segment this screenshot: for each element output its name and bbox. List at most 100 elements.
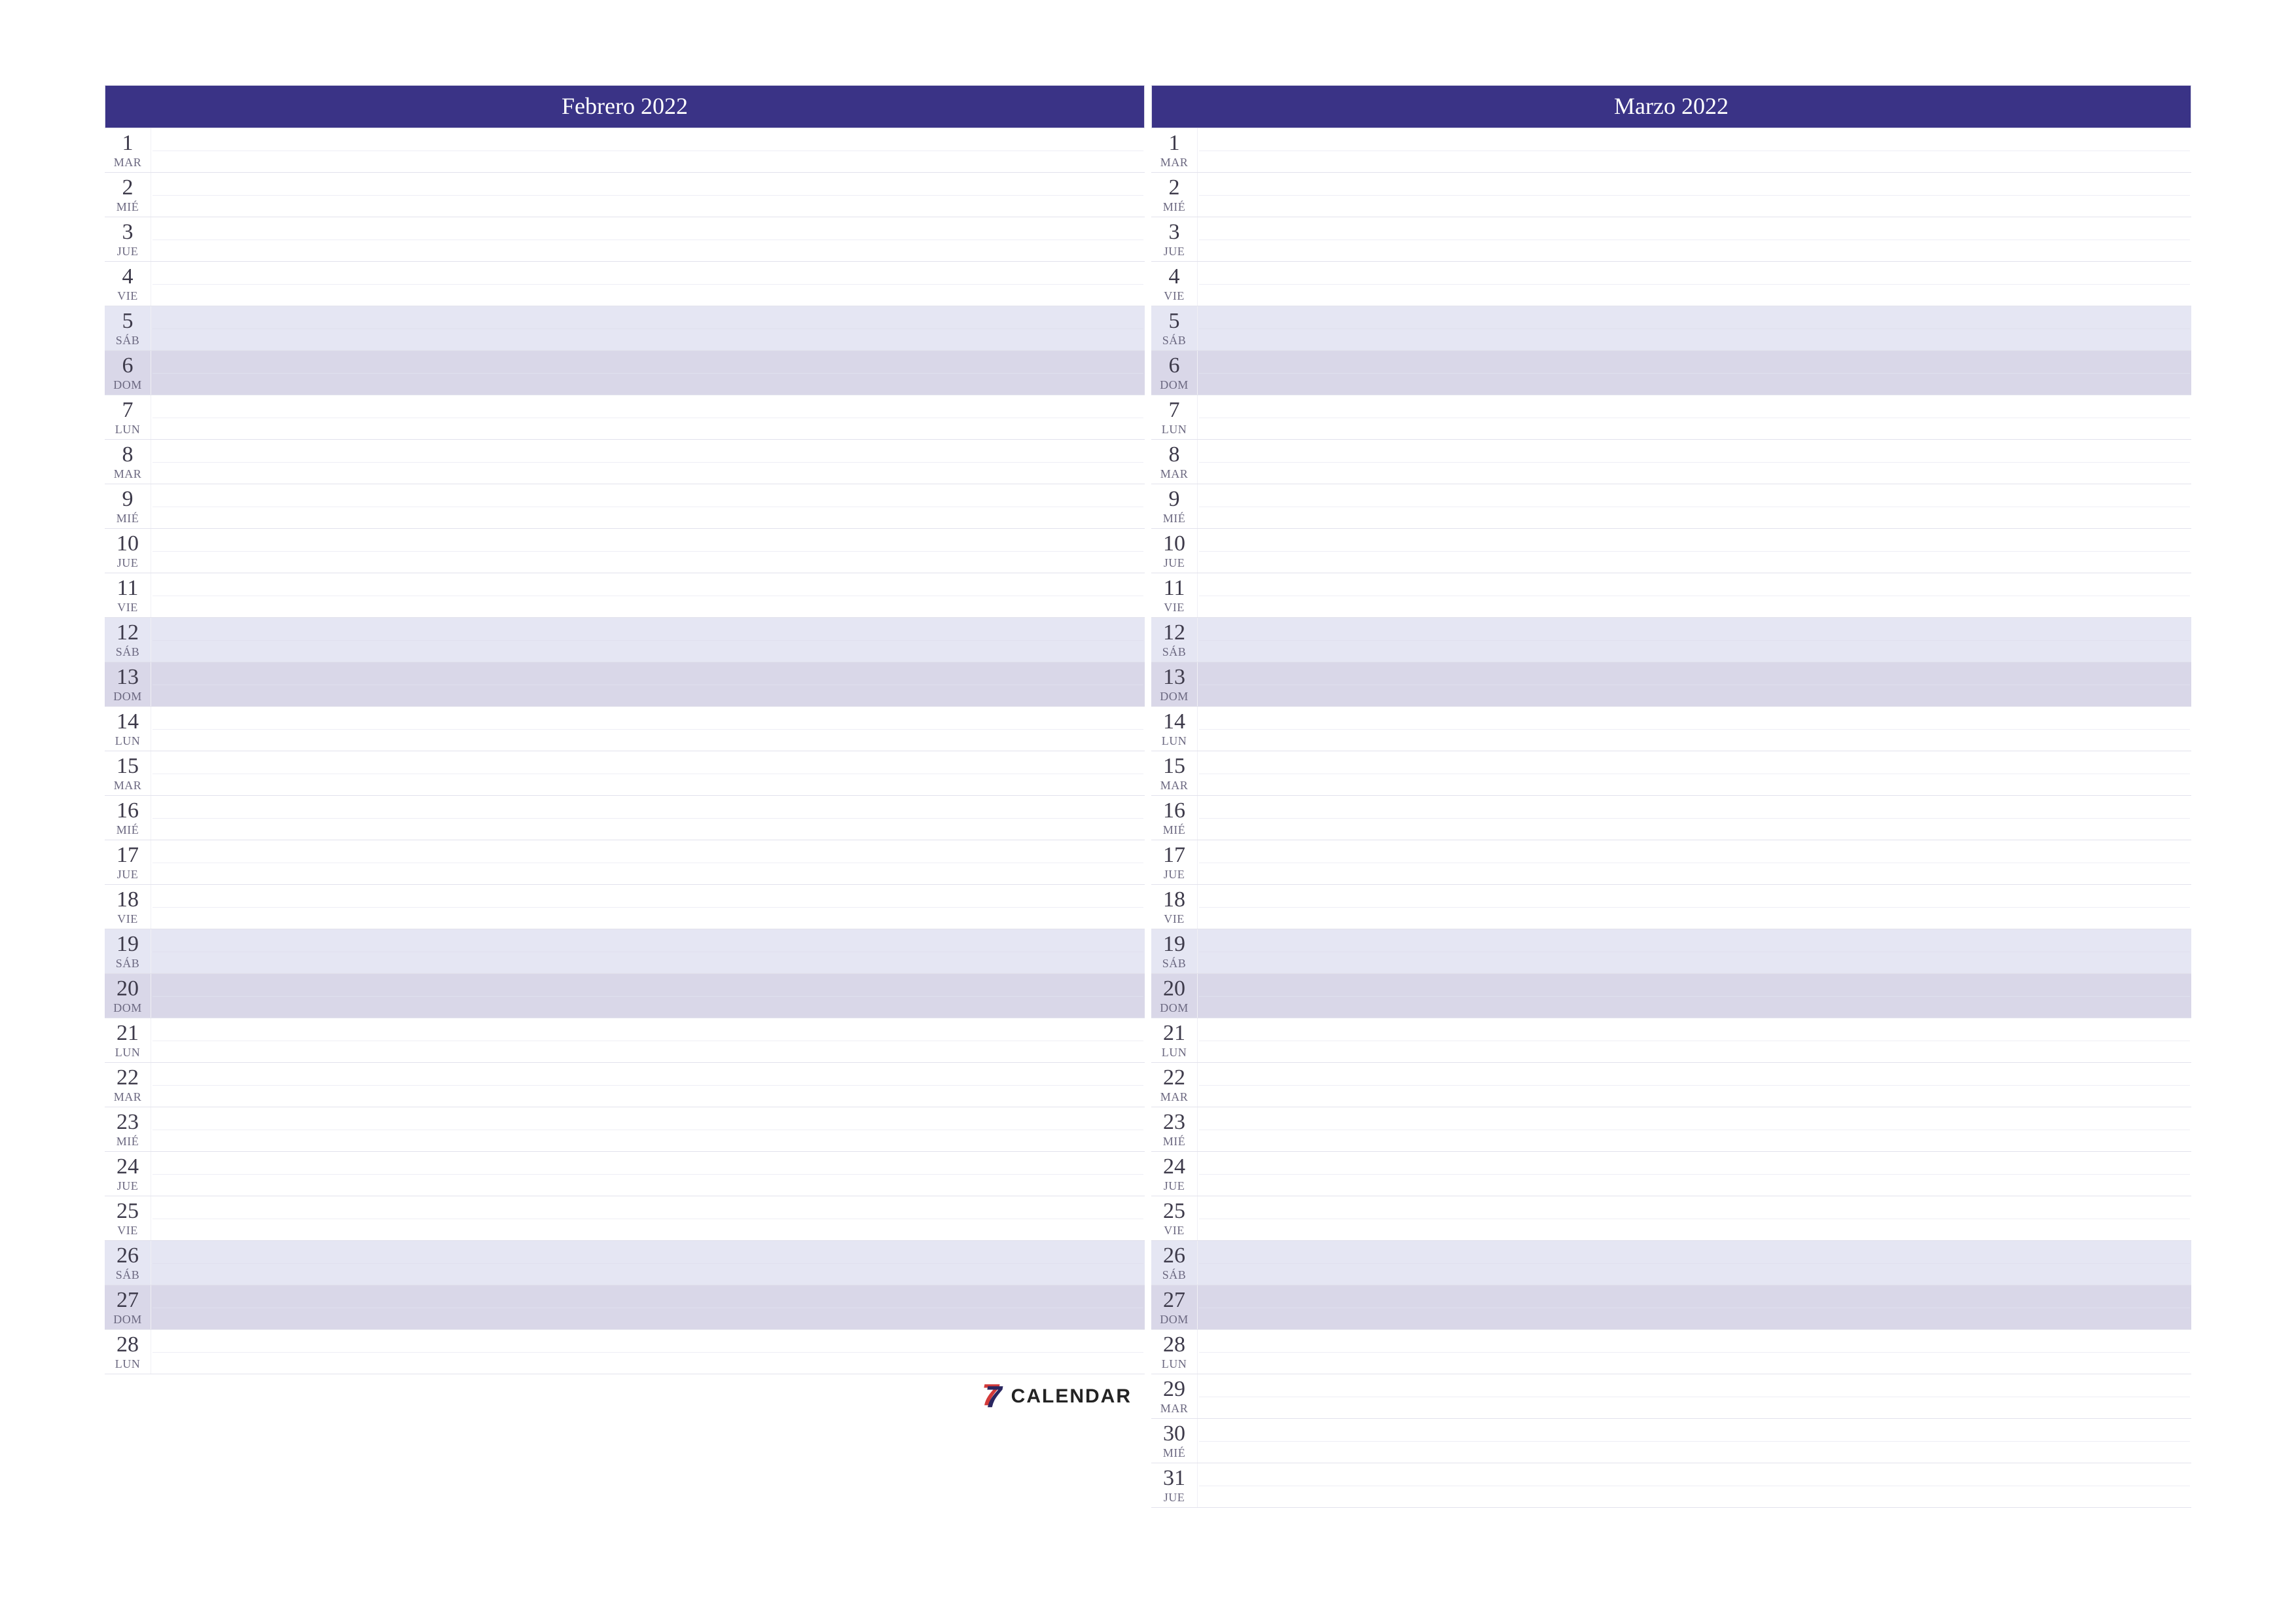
- day-notes-area: [151, 395, 1145, 439]
- day-row: 4VIE: [1151, 262, 2191, 306]
- day-label: 13DOM: [105, 662, 151, 706]
- day-abbr: MIÉ: [105, 823, 151, 837]
- day-row: 15MAR: [105, 751, 1145, 796]
- day-row: 8MAR: [1151, 440, 2191, 484]
- day-row: 1 MAR: [105, 128, 1145, 173]
- day-row: 6DOM: [105, 351, 1145, 395]
- day-label: 14LUN: [105, 707, 151, 751]
- day-row: 26SÁB: [105, 1241, 1145, 1285]
- day-number: 12: [1151, 620, 1197, 644]
- day-abbr: JUE: [1151, 1179, 1197, 1193]
- day-number: 1: [105, 131, 151, 154]
- day-label: 27DOM: [1151, 1285, 1197, 1329]
- day-notes-area: [151, 1330, 1145, 1374]
- day-row: 14LUN: [105, 707, 1145, 751]
- day-label: 5SÁB: [105, 306, 151, 350]
- day-label: 5SÁB: [1151, 306, 1197, 350]
- day-label: 22MAR: [1151, 1063, 1197, 1107]
- day-number: 27: [105, 1288, 151, 1311]
- day-number: 11: [105, 576, 151, 599]
- day-number: 8: [105, 442, 151, 466]
- day-notes-area: [151, 618, 1145, 662]
- day-row: 28LUN: [105, 1330, 1145, 1374]
- day-number: 31: [1151, 1466, 1197, 1489]
- day-label: 19SÁB: [1151, 929, 1197, 973]
- day-abbr: MIÉ: [1151, 512, 1197, 526]
- day-number: 5: [1151, 309, 1197, 332]
- day-number: 14: [105, 709, 151, 733]
- day-row: 23MIÉ: [1151, 1107, 2191, 1152]
- day-row: 10JUE: [1151, 529, 2191, 573]
- day-notes-area: [151, 885, 1145, 929]
- day-notes-area: [1197, 306, 2191, 350]
- day-label: 15MAR: [105, 751, 151, 795]
- day-notes-area: [151, 173, 1145, 217]
- day-notes-area: [151, 262, 1145, 306]
- day-number: 26: [1151, 1243, 1197, 1267]
- day-abbr: MAR: [1151, 1402, 1197, 1416]
- day-abbr: MAR: [105, 1090, 151, 1104]
- day-label: 1MAR: [1151, 128, 1197, 172]
- day-label: 3JUE: [1151, 217, 1197, 261]
- day-notes-area: [1197, 1018, 2191, 1062]
- day-abbr: LUN: [105, 734, 151, 748]
- day-abbr: JUE: [105, 245, 151, 259]
- day-row: 9MIÉ: [1151, 484, 2191, 529]
- day-notes-area: [1197, 974, 2191, 1018]
- month-header: Febrero 2022: [105, 85, 1145, 128]
- day-row: 16MIÉ: [105, 796, 1145, 840]
- day-number: 13: [1151, 665, 1197, 688]
- day-label: 23MIÉ: [105, 1107, 151, 1151]
- day-abbr: MAR: [1151, 156, 1197, 169]
- day-label: 17JUE: [105, 840, 151, 884]
- day-label: 28LUN: [105, 1330, 151, 1374]
- day-notes-area: [1197, 1241, 2191, 1285]
- day-abbr: JUE: [1151, 556, 1197, 570]
- day-abbr: MAR: [105, 156, 151, 169]
- day-abbr: DOM: [105, 378, 151, 392]
- day-label: 24JUE: [1151, 1152, 1197, 1196]
- day-notes-area: [1197, 751, 2191, 795]
- day-label: 3JUE: [105, 217, 151, 261]
- day-number: 20: [1151, 976, 1197, 1000]
- day-abbr: SÁB: [1151, 1268, 1197, 1282]
- day-label: 21LUN: [105, 1018, 151, 1062]
- day-abbr: LUN: [105, 423, 151, 437]
- day-row: 24JUE: [105, 1152, 1145, 1196]
- day-row: 11VIE: [105, 573, 1145, 618]
- day-abbr: LUN: [1151, 1046, 1197, 1060]
- day-row: 25VIE: [1151, 1196, 2191, 1241]
- day-number: 10: [105, 531, 151, 555]
- day-number: 12: [105, 620, 151, 644]
- day-label: 7LUN: [105, 395, 151, 439]
- day-row: 29MAR: [1151, 1374, 2191, 1419]
- day-abbr: VIE: [105, 1224, 151, 1238]
- day-notes-area: [151, 1018, 1145, 1062]
- day-label: 2MIÉ: [1151, 173, 1197, 217]
- day-notes-area: [1197, 618, 2191, 662]
- day-number: 10: [1151, 531, 1197, 555]
- day-abbr: DOM: [105, 1001, 151, 1015]
- day-row: 8MAR: [105, 440, 1145, 484]
- day-notes-area: [151, 929, 1145, 973]
- day-row: 2MIÉ: [105, 173, 1145, 217]
- day-number: 23: [1151, 1110, 1197, 1133]
- logo-seven-icon: 7: [985, 1382, 1002, 1412]
- day-notes-area: [1197, 529, 2191, 573]
- day-notes-area: [1197, 1152, 2191, 1196]
- day-number: 2: [105, 175, 151, 199]
- day-label: 22MAR: [105, 1063, 151, 1107]
- day-abbr: DOM: [105, 1313, 151, 1327]
- day-label: 28LUN: [1151, 1330, 1197, 1374]
- day-abbr: MAR: [1151, 1090, 1197, 1104]
- day-label: 7LUN: [1151, 395, 1197, 439]
- day-abbr: LUN: [105, 1357, 151, 1371]
- day-row: 27DOM: [1151, 1285, 2191, 1330]
- day-number: 25: [105, 1199, 151, 1222]
- day-label: 29MAR: [1151, 1374, 1197, 1418]
- day-abbr: MIÉ: [1151, 200, 1197, 214]
- day-label: 15MAR: [1151, 751, 1197, 795]
- day-label: 18VIE: [105, 885, 151, 929]
- day-notes-area: [151, 306, 1145, 350]
- day-notes-area: [1197, 1063, 2191, 1107]
